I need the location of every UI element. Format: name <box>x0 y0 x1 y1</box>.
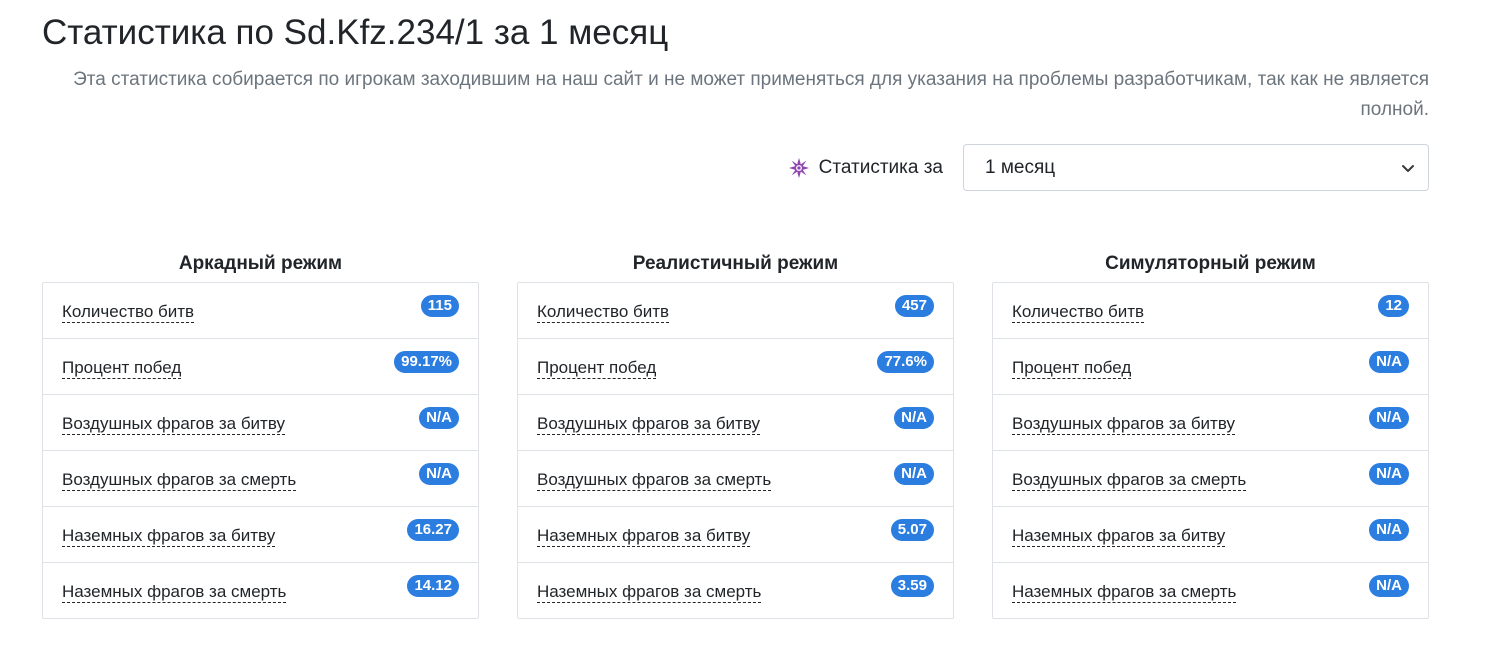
stat-label[interactable]: Процент побед <box>1012 358 1132 379</box>
stat-row: Процент побед 99.17% <box>43 338 478 394</box>
stat-value-badge: N/A <box>894 407 934 429</box>
stat-label[interactable]: Наземных фрагов за смерть <box>537 582 762 603</box>
mode-card-realistic: Реалистичный режим Количество битв 457 П… <box>517 250 954 619</box>
stat-label[interactable]: Количество битв <box>537 302 670 323</box>
stat-row: Процент побед N/A <box>993 338 1428 394</box>
stat-value-badge: N/A <box>1369 519 1409 541</box>
stat-row: Воздушных фрагов за смерть N/A <box>518 450 953 506</box>
stat-row: Наземных фрагов за смерть N/A <box>993 562 1428 618</box>
stat-row: Количество битв 457 <box>518 283 953 338</box>
stat-value-badge: 16.27 <box>407 519 459 541</box>
stat-label[interactable]: Наземных фрагов за битву <box>62 526 276 547</box>
mode-title: Аркадный режим <box>178 253 343 274</box>
stat-row: Процент побед 77.6% <box>518 338 953 394</box>
period-label: Статистика за <box>818 156 943 178</box>
chevron-down-icon <box>1402 165 1414 172</box>
stat-label[interactable]: Процент побед <box>62 358 182 379</box>
stat-label[interactable]: Воздушных фрагов за смерть <box>1012 470 1247 491</box>
stat-label[interactable]: Воздушных фрагов за битву <box>1012 414 1235 435</box>
stat-row: Наземных фрагов за битву 16.27 <box>43 506 478 562</box>
stat-value-badge: 99.17% <box>394 351 459 373</box>
page-title: Статистика по Sd.Kfz.234/1 за 1 месяц <box>42 13 669 52</box>
stat-value-badge: 3.59 <box>890 575 934 597</box>
stat-label[interactable]: Количество битв <box>1012 302 1145 323</box>
stat-label[interactable]: Воздушных фрагов за смерть <box>537 470 772 491</box>
stat-label[interactable]: Наземных фрагов за битву <box>537 526 751 547</box>
stat-row: Воздушных фрагов за битву N/A <box>43 394 478 450</box>
period-select-value: 1 месяц <box>985 156 1056 178</box>
stat-value-badge: 115 <box>420 295 459 317</box>
stat-value-badge: N/A <box>1369 463 1409 485</box>
stat-value-badge: N/A <box>1369 575 1409 597</box>
mode-title: Симуляторный режим <box>1105 253 1316 274</box>
stat-label[interactable]: Воздушных фрагов за битву <box>537 414 760 435</box>
mode-title: Реалистичный режим <box>632 253 839 274</box>
stat-list: Количество битв 12 Процент побед N/A Воз… <box>992 282 1429 619</box>
stat-row: Наземных фрагов за смерть 14.12 <box>43 562 478 618</box>
stat-list: Количество битв 457 Процент побед 77.6% … <box>517 282 954 619</box>
stat-row: Воздушных фрагов за смерть N/A <box>43 450 478 506</box>
stat-value-badge: N/A <box>1369 407 1409 429</box>
stat-label[interactable]: Количество битв <box>62 302 195 323</box>
stat-label[interactable]: Наземных фрагов за битву <box>1012 526 1226 547</box>
modes-container: Аркадный режим Количество битв 115 Проце… <box>42 250 1429 619</box>
stat-value-badge: 12 <box>1378 295 1409 317</box>
sparkle-icon <box>788 157 810 179</box>
stat-value-badge: N/A <box>419 463 459 485</box>
mode-card-arcade: Аркадный режим Количество битв 115 Проце… <box>42 250 479 619</box>
period-label-group: Статистика за <box>788 157 943 179</box>
period-selector-row: Статистика за 1 месяц <box>42 144 1429 191</box>
stat-value-badge: N/A <box>419 407 459 429</box>
period-select[interactable]: 1 месяц <box>963 144 1429 191</box>
stat-value-badge: 14.12 <box>407 575 459 597</box>
mode-card-simulator: Симуляторный режим Количество битв 12 Пр… <box>992 250 1429 619</box>
stat-label[interactable]: Воздушных фрагов за смерть <box>62 470 297 491</box>
stat-row: Количество битв 115 <box>43 283 478 338</box>
stat-row: Наземных фрагов за битву N/A <box>993 506 1428 562</box>
stat-row: Наземных фрагов за битву 5.07 <box>518 506 953 562</box>
stat-row: Воздушных фрагов за битву N/A <box>518 394 953 450</box>
stat-label[interactable]: Воздушных фрагов за битву <box>62 414 285 435</box>
stat-value-badge: 77.6% <box>877 351 934 373</box>
stat-row: Наземных фрагов за смерть 3.59 <box>518 562 953 618</box>
stat-row: Количество битв 12 <box>993 283 1428 338</box>
stat-list: Количество битв 115 Процент побед 99.17%… <box>42 282 479 619</box>
page-subtitle: Эта статистика собирается по игрокам зах… <box>73 69 1429 120</box>
stat-row: Воздушных фрагов за битву N/A <box>993 394 1428 450</box>
stat-label[interactable]: Процент побед <box>537 358 657 379</box>
stat-row: Воздушных фрагов за смерть N/A <box>993 450 1428 506</box>
stat-value-badge: N/A <box>1369 351 1409 373</box>
stat-value-badge: N/A <box>894 463 934 485</box>
stat-label[interactable]: Наземных фрагов за смерть <box>1012 582 1237 603</box>
stat-label[interactable]: Наземных фрагов за смерть <box>62 582 287 603</box>
stat-value-badge: 457 <box>894 295 934 317</box>
stat-value-badge: 5.07 <box>890 519 934 541</box>
